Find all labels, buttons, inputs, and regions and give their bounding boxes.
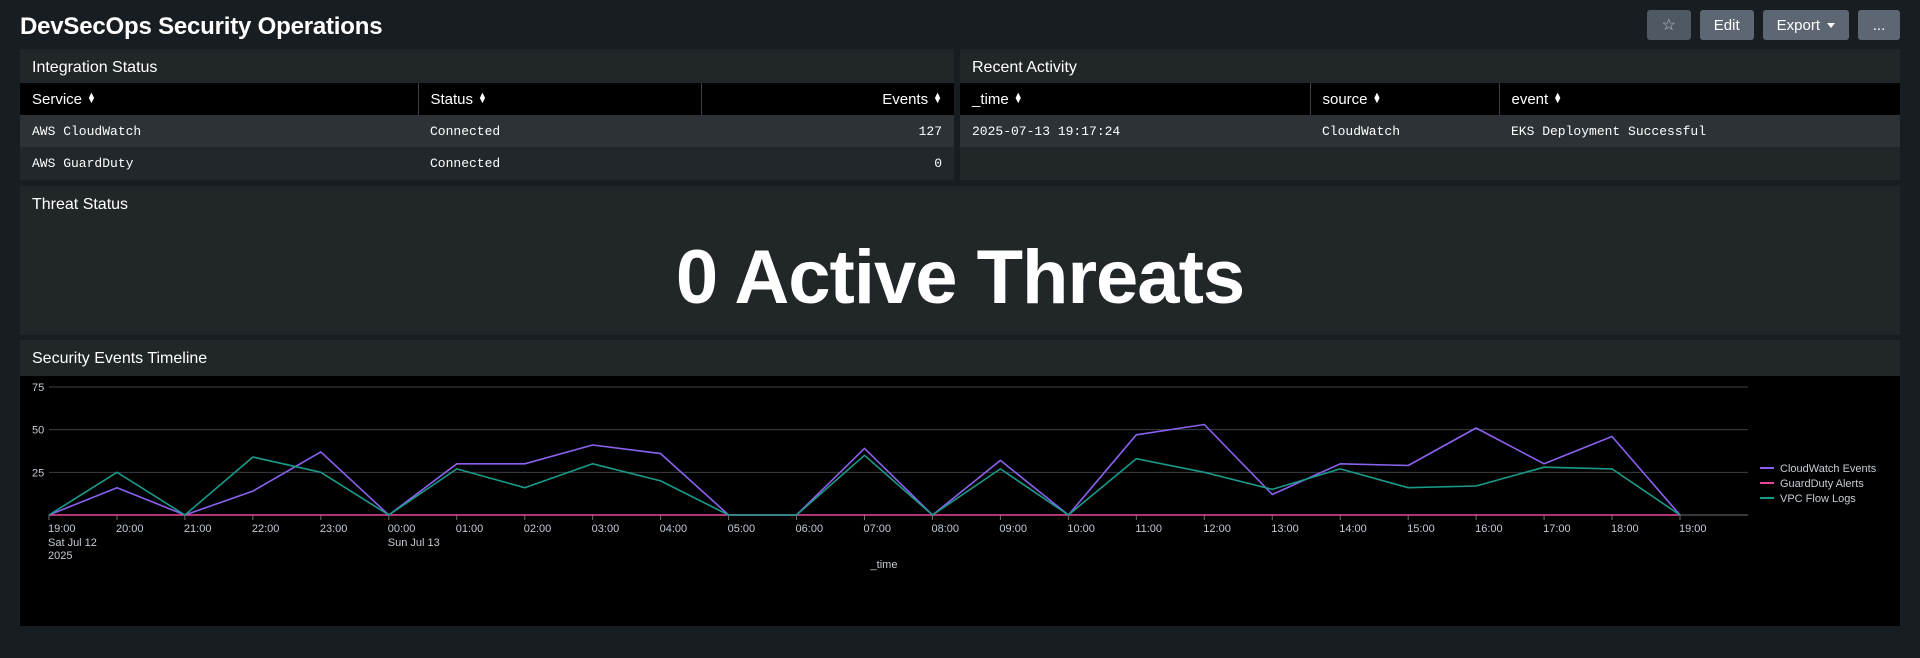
- table-row[interactable]: AWS CloudWatch Connected 127: [20, 115, 954, 147]
- column-header-time[interactable]: _time ▲ ▼: [960, 83, 1310, 115]
- edit-button[interactable]: Edit: [1699, 10, 1754, 40]
- column-header-status[interactable]: Status ▲ ▼: [417, 83, 701, 115]
- x-tick-label: 22:00: [252, 523, 280, 535]
- sort-icon: ▲ ▼: [87, 89, 96, 105]
- events-cell: 127: [701, 115, 954, 147]
- column-header-source[interactable]: source ▲ ▼: [1309, 83, 1499, 115]
- sort-icon: ▲ ▼: [1013, 89, 1023, 105]
- x-tick-label: 11:00: [1135, 523, 1162, 535]
- sort-icon: ▲ ▼: [478, 89, 487, 105]
- status-cell: Connected: [418, 147, 701, 179]
- x-tick-label: 02:00: [524, 523, 552, 535]
- threat-status-panel: Threat Status 0 Active Threats: [20, 186, 1900, 335]
- service-cell: AWS CloudWatch: [20, 115, 418, 147]
- table-row[interactable]: AWS GuardDuty Connected 0: [20, 147, 954, 179]
- threat-count-value: 0 Active Threats: [675, 235, 1245, 320]
- star-icon: ☆: [1661, 17, 1676, 34]
- favorite-button[interactable]: ☆: [1646, 10, 1691, 40]
- x-tick-label: 12:00: [1203, 523, 1231, 535]
- chart-area: 25 50 75 19:00 Sat Jul 12 2025 20:00 21:00 22:00…: [20, 376, 1900, 626]
- x-tick-label: 08:00: [931, 523, 959, 535]
- x-tick-label: 09:00: [999, 523, 1027, 535]
- x-tick-label: 15:00: [1407, 523, 1435, 535]
- column-header-event[interactable]: event ▲ ▼: [1498, 83, 1900, 115]
- x-tick-label: 16:00: [1475, 523, 1503, 535]
- y-tick-label: 75: [32, 382, 44, 394]
- y-tick-label: 25: [32, 467, 44, 479]
- x-tick-label: 23:00: [320, 523, 348, 535]
- x-tick-label: 06:00: [796, 523, 824, 535]
- time-cell: 2025-07-13 19:17:24: [960, 115, 1310, 147]
- x-tick-label: 17:00: [1543, 523, 1571, 535]
- more-actions-button[interactable]: ...: [1858, 10, 1900, 40]
- x-tick-label: 21:00: [184, 523, 212, 535]
- x-tick-sublabel: Sat Jul 12: [48, 537, 97, 549]
- x-tick-sublabel: 2025: [48, 550, 72, 562]
- x-tick-label: 20:00: [116, 523, 144, 535]
- recent-activity-table: _time ▲ ▼ source ▲ ▼ event ▲ ▼ 2025-07-13 19:1…: [960, 83, 1900, 147]
- caret-down-icon: [1827, 22, 1835, 28]
- dashboard-actions: ☆ Edit Export ...: [1646, 10, 1900, 40]
- export-label: Export: [1776, 16, 1820, 34]
- x-tick-label: 00:00: [388, 523, 416, 535]
- legend-label: VPC Flow Logs: [1780, 493, 1856, 505]
- panel-title: Security Events Timeline: [32, 350, 208, 367]
- x-tick-label: 13:00: [1271, 523, 1299, 535]
- x-tick-label: 07:00: [864, 523, 892, 535]
- security-events-timeline-panel: Security Events Timeline 25 50 75 19:00 Sat …: [20, 340, 1900, 626]
- integration-status-table: Service ▲ ▼ Status ▲ ▼ Events ▲ ▼ AWS CloudWat…: [20, 83, 954, 179]
- series-line: [48, 454, 1681, 516]
- panel-title: Integration Status: [32, 59, 158, 76]
- event-cell: EKS Deployment Successful: [1499, 115, 1900, 147]
- x-tick-label: 04:00: [660, 523, 688, 535]
- sort-icon: ▲ ▼: [1372, 89, 1382, 105]
- y-tick-label: 50: [32, 425, 44, 437]
- x-axis-title: _time: [870, 559, 898, 571]
- dashboard-title: DevSecOps Security Operations: [20, 13, 383, 40]
- x-tick-label: 10:00: [1067, 523, 1095, 535]
- x-tick-label: 03:00: [592, 523, 620, 535]
- x-tick-sublabel: Sun Jul 13: [388, 537, 440, 549]
- x-tick-label: 19:00: [1679, 523, 1707, 535]
- panel-title: Threat Status: [32, 196, 129, 213]
- export-button[interactable]: Export: [1762, 10, 1849, 40]
- integration-status-panel: Integration Status Service ▲ ▼ Status ▲ ▼ Ev…: [20, 49, 954, 180]
- panel-title: Recent Activity: [972, 59, 1077, 76]
- recent-activity-panel: Recent Activity _time ▲ ▼ source ▲ ▼ event ▲ ▼…: [960, 49, 1900, 180]
- column-header-service[interactable]: Service ▲ ▼: [20, 83, 418, 115]
- legend-label: CloudWatch Events: [1780, 463, 1877, 475]
- series-line: [48, 423, 1681, 516]
- x-tick-label: 05:00: [728, 523, 756, 535]
- events-cell: 0: [701, 147, 954, 179]
- x-tick-label: 14:00: [1339, 523, 1367, 535]
- sort-icon: ▲ ▼: [933, 89, 942, 105]
- table-row[interactable]: 2025-07-13 19:17:24 CloudWatch EKS Deplo…: [960, 115, 1900, 147]
- security-events-line-chart: 25 50 75 19:00 Sat Jul 122025 20:00 21:00 22:00…: [32, 382, 1877, 571]
- legend-label: GuardDuty Alerts: [1780, 478, 1864, 490]
- x-tick-label: 19:00: [48, 523, 76, 535]
- x-tick-label: 18:00: [1611, 523, 1639, 535]
- status-cell: Connected: [418, 115, 701, 147]
- source-cell: CloudWatch: [1310, 115, 1499, 147]
- sort-icon: ▲ ▼: [1553, 89, 1563, 105]
- column-header-events[interactable]: Events ▲ ▼: [700, 83, 954, 115]
- service-cell: AWS GuardDuty: [20, 147, 418, 179]
- x-tick-label: 01:00: [456, 523, 484, 535]
